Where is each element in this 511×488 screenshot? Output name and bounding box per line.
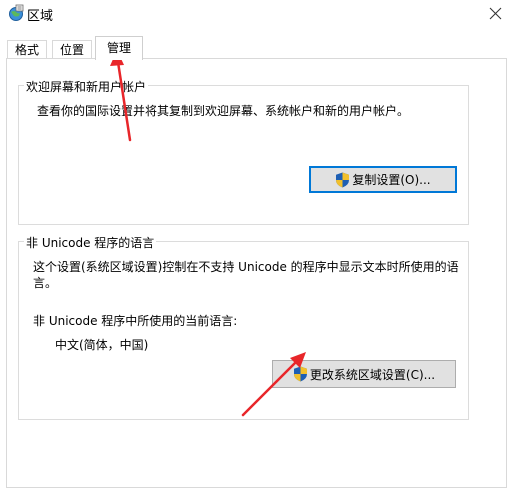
uac-shield-icon [293, 366, 308, 382]
current-language-value: 中文(简体，中国) [55, 338, 149, 352]
tab-administrative[interactable]: 管理 [95, 36, 143, 60]
welcome-description: 查看你的国际设置并将其复制到欢迎屏幕、系统帐户和新的用户帐户。 [37, 104, 410, 118]
close-icon [489, 7, 502, 20]
unicode-group-title: 非 Unicode 程序的语言 [24, 234, 157, 251]
copy-settings-label: 复制设置(O)... [352, 173, 431, 187]
tab-location[interactable]: 位置 [52, 40, 92, 59]
window-title: 区域 [27, 9, 54, 24]
change-system-locale-label: 更改系统区域设置(C)... [309, 367, 436, 382]
welcome-group-title: 欢迎屏幕和新用户帐户 [24, 78, 149, 95]
tab-format[interactable]: 格式 [7, 40, 47, 59]
unicode-description: 这个设置(系统区域设置)控制在不支持 Unicode 的程序中显示文本时所使用的… [33, 260, 459, 290]
close-button[interactable] [480, 0, 511, 28]
copy-settings-button[interactable]: 复制设置(O)... [309, 166, 457, 193]
region-globe-icon [7, 4, 25, 22]
current-language-label: 非 Unicode 程序中所使用的当前语言: [33, 314, 238, 328]
uac-shield-icon [335, 172, 350, 188]
title-bar: 区域 [0, 0, 511, 28]
change-system-locale-button[interactable]: 更改系统区域设置(C)... [272, 360, 456, 388]
